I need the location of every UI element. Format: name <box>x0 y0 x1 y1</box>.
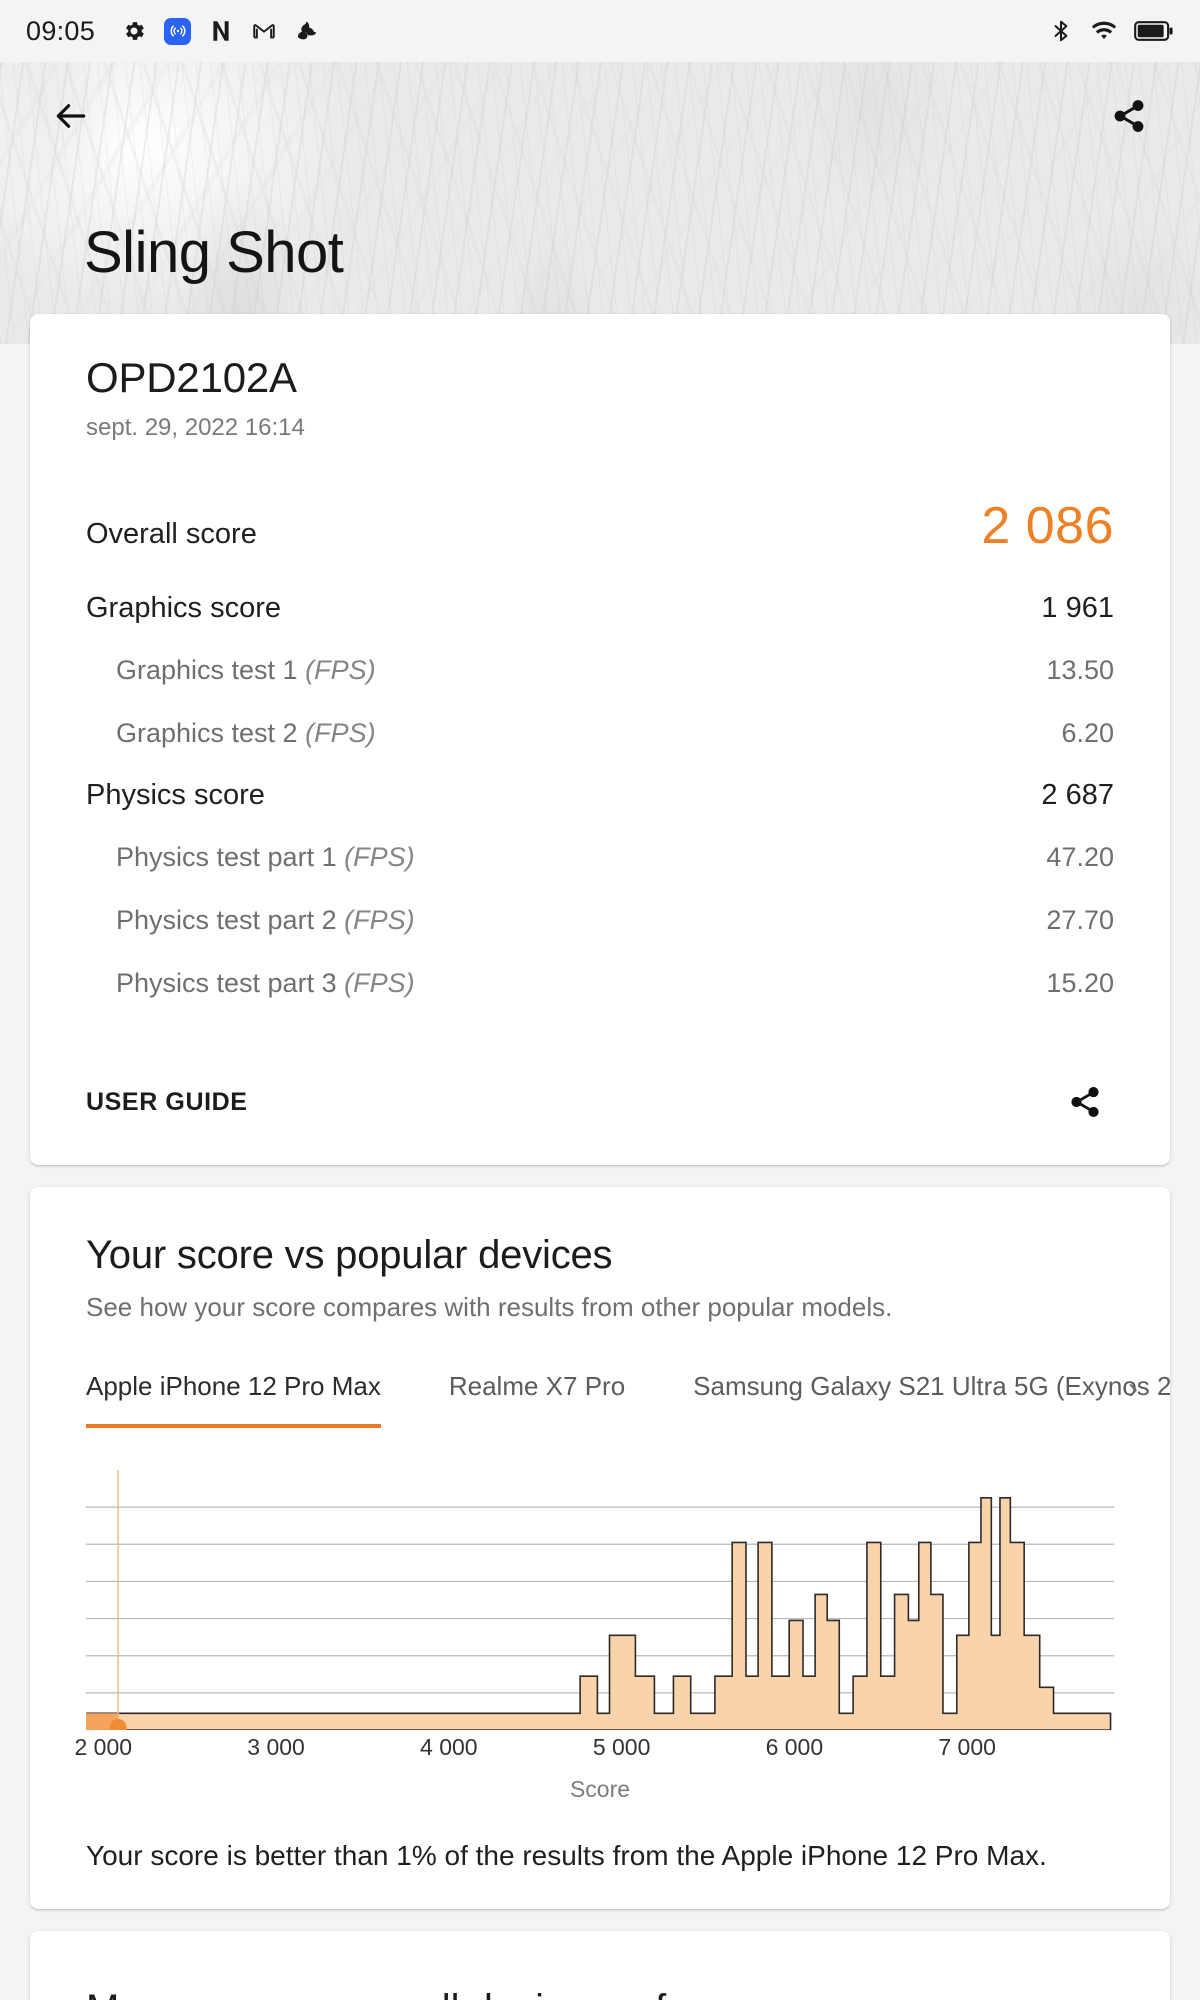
gmail-icon <box>251 18 277 44</box>
comparison-header: Your score vs popular devices See how yo… <box>30 1233 1170 1323</box>
tab-device-1[interactable]: Realme X7 Pro <box>449 1357 625 1428</box>
score-row-list: Overall score 2 086 Graphics score 1 961 Gra… <box>86 482 1114 1015</box>
score-row-value: 2 086 <box>981 497 1114 555</box>
result-card-footer: USER GUIDE <box>30 1037 1170 1165</box>
comparison-verdict: Your score is better than 1% of the resu… <box>86 1840 1047 1871</box>
score-row-label: Graphics test 2 (FPS) <box>116 718 376 748</box>
result-card-body: OPD2102A sept. 29, 2022 16:14 Overall sc… <box>30 354 1170 1015</box>
user-guide-button[interactable]: USER GUIDE <box>86 1088 248 1117</box>
score-row-label: Physics test part 2 (FPS) <box>116 905 415 935</box>
chart-x-tick: 4 000 <box>420 1734 478 1760</box>
status-time: 09:05 <box>26 15 96 46</box>
score-row-label: Graphics test 1 (FPS) <box>116 655 376 685</box>
score-row-label: Overall score <box>86 518 257 550</box>
status-bar: 09:05 <box>0 0 1200 62</box>
tab-device-2[interactable]: Samsung Galaxy S21 Ultra 5G (Exynos 2100… <box>693 1357 1170 1428</box>
score-row-value: 13.50 <box>1046 655 1114 685</box>
app-screen: 09:05 Sling Shot OPD2102A sept. 29, 2022… <box>0 0 1200 2000</box>
score-row-label: Physics score <box>86 779 265 811</box>
comparison-subtitle: See how your score compares with results… <box>86 1292 893 1322</box>
bluetooth-icon <box>1048 18 1074 44</box>
gear-icon <box>121 18 147 44</box>
score-row: Graphics test 1 (FPS) 13.50 <box>86 639 1114 702</box>
comparison-title: Your score vs popular devices <box>86 1233 613 1277</box>
score-row: Physics score 2 687 <box>86 765 1114 826</box>
score-row-label: Physics test part 3 (FPS) <box>116 968 415 998</box>
chart-distribution-area <box>86 1498 1111 1730</box>
wifi-icon <box>1091 18 1117 44</box>
score-row: Physics test part 1 (FPS) 47.20 <box>86 826 1114 889</box>
hero-toolbar <box>0 62 1200 170</box>
score-distribution-chart: 2 000 3 000 4 000 5 000 6 000 7 000 Score <box>30 1428 1170 1803</box>
status-right-icons <box>1048 18 1174 44</box>
score-row-label: Physics test part 1 (FPS) <box>116 842 415 872</box>
device-tab-bar[interactable]: Apple iPhone 12 Pro Max Realme X7 Pro Sams… <box>30 1357 1170 1428</box>
score-row: Overall score 2 086 <box>86 482 1114 578</box>
share-icon[interactable] <box>1100 87 1158 145</box>
status-left-icons <box>121 17 320 45</box>
score-row: Graphics test 2 (FPS) 6.20 <box>86 702 1114 765</box>
tab-device-0[interactable]: Apple iPhone 12 Pro Max <box>86 1357 381 1428</box>
chart-x-axis: 2 000 3 000 4 000 5 000 6 000 7 000 <box>74 1734 1114 1768</box>
chart-x-tick: 2 000 <box>74 1734 133 1760</box>
score-row: Physics test part 2 (FPS) 27.70 <box>86 889 1114 952</box>
score-row-value: 2 687 <box>1041 779 1114 811</box>
chart-svg <box>86 1470 1114 1730</box>
score-row-value: 1 961 <box>1041 592 1114 624</box>
page-title: Sling Shot <box>84 220 344 285</box>
result-card: OPD2102A sept. 29, 2022 16:14 Overall sc… <box>30 314 1170 1165</box>
chart-x-axis-label: Score <box>569 1776 631 1802</box>
hero-header: Sling Shot <box>0 62 1200 344</box>
device-name: OPD2102A <box>86 354 297 401</box>
score-row-value: 27.70 <box>1046 905 1114 935</box>
comparison-card: Your score vs popular devices See how yo… <box>30 1187 1170 1909</box>
result-timestamp: sept. 29, 2022 16:14 <box>86 414 305 441</box>
cast-icon <box>164 17 192 45</box>
back-arrow-icon[interactable] <box>42 87 100 145</box>
google-home-icon <box>294 18 320 44</box>
chart-x-tick: 3 000 <box>247 1734 305 1760</box>
score-row-value: 6.20 <box>1061 718 1114 748</box>
score-row-value: 15.20 <box>1046 968 1114 998</box>
chart-plot-area <box>86 1470 1114 1730</box>
chevron-right-icon[interactable]: › <box>1128 1367 1162 1411</box>
score-row-value: 47.20 <box>1046 842 1114 872</box>
score-row-label: Graphics score <box>86 592 282 624</box>
chart-x-tick: 7 000 <box>938 1734 996 1760</box>
next-card-peek: Measure your overall device performance <box>30 1930 1170 2000</box>
netflix-icon <box>208 18 234 44</box>
next-card-title: Measure your overall device performance <box>86 1987 1114 2000</box>
score-row: Graphics score 1 961 <box>86 578 1114 639</box>
score-row: Physics test part 3 (FPS) 15.20 <box>86 952 1114 1015</box>
chart-x-tick: 5 000 <box>592 1734 651 1760</box>
chart-x-tick: 6 000 <box>765 1734 824 1760</box>
battery-icon <box>1134 18 1174 44</box>
share-icon[interactable] <box>1056 1073 1114 1131</box>
